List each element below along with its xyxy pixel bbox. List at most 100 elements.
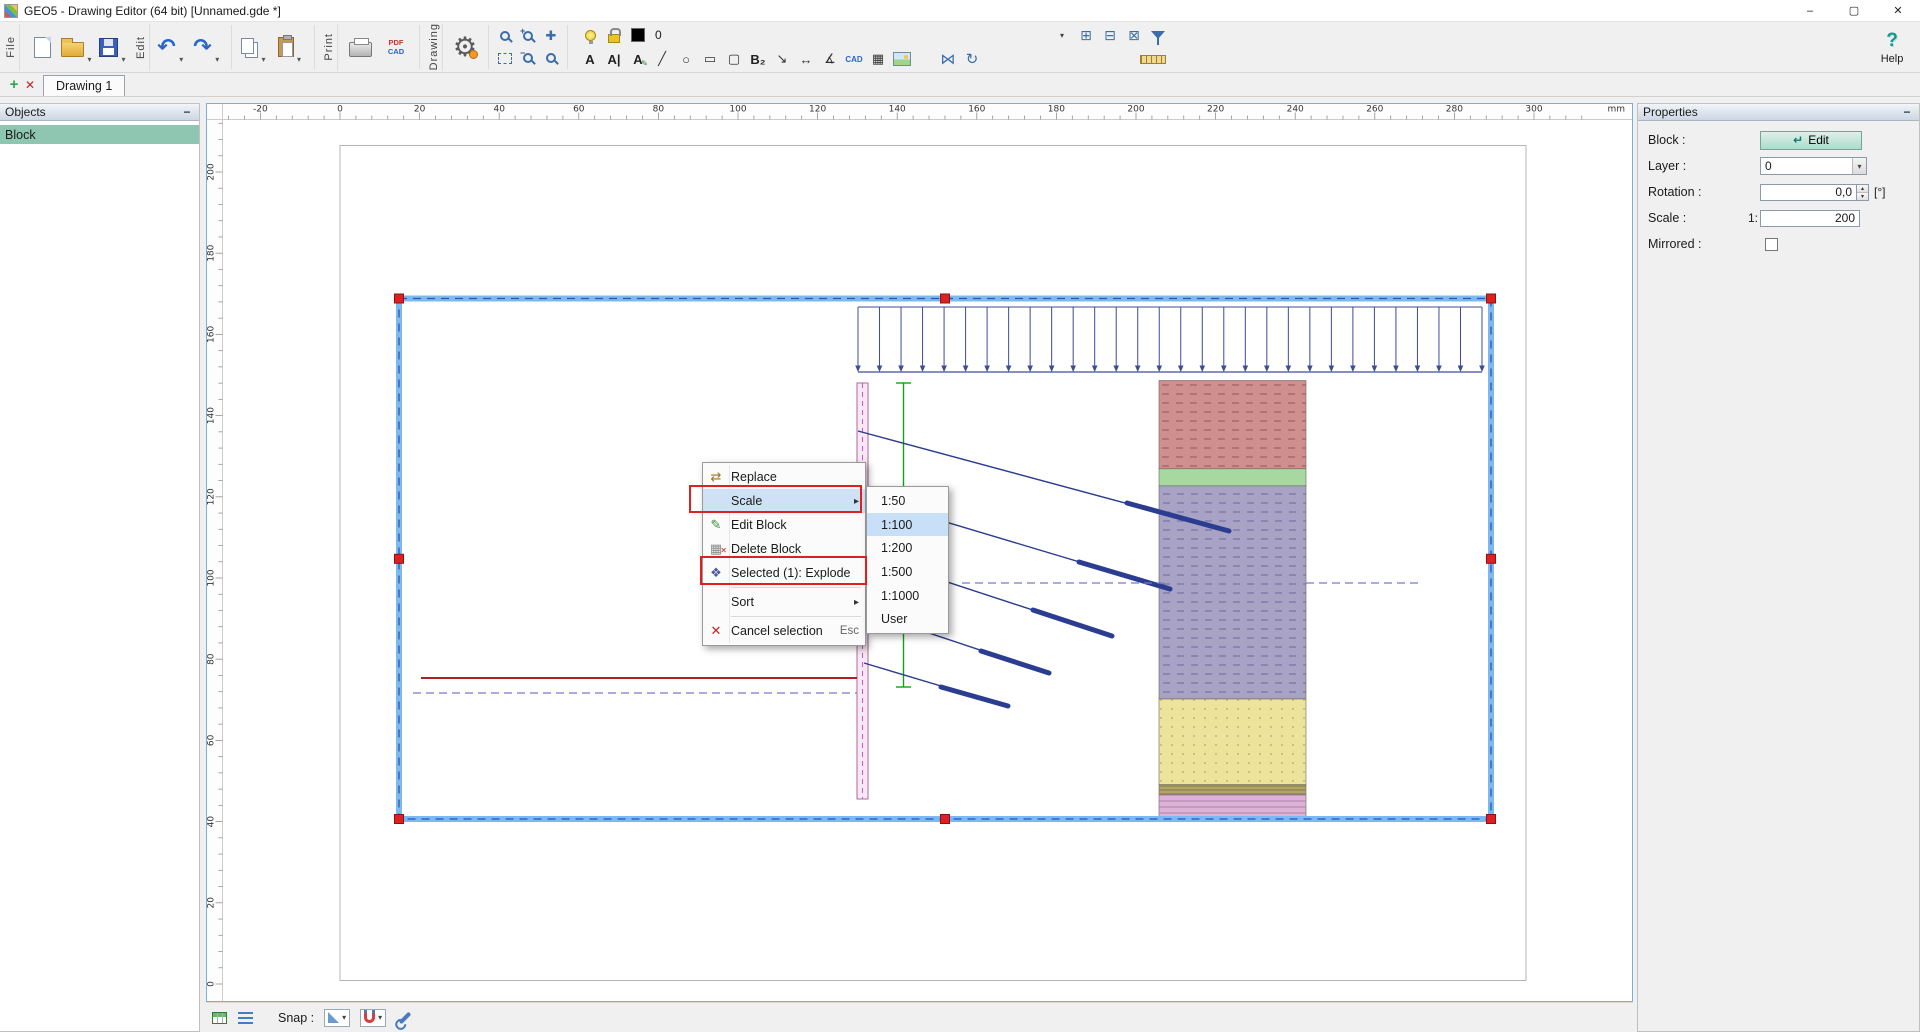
zoom-extents-button[interactable] (494, 48, 516, 69)
submenu-item-user[interactable]: User (867, 607, 948, 631)
copy-dropdown-arrow[interactable]: ▾ (258, 25, 269, 69)
minimize-button[interactable]: – (1788, 0, 1832, 21)
settings-button[interactable]: ⚙ (447, 25, 483, 69)
print-menu-button[interactable]: Print (321, 24, 338, 71)
mirror-button[interactable]: ⋈ (937, 49, 959, 70)
snap-mode-combo[interactable]: ▾ (324, 1009, 350, 1027)
menu-item-sort[interactable]: Sort▸ (703, 590, 865, 614)
add-tab-button[interactable]: + (6, 76, 22, 93)
rotation-input[interactable]: 0,0 (1760, 184, 1857, 201)
object-item-block[interactable]: Block (0, 125, 199, 144)
tab-drawing-1[interactable]: Drawing 1 (43, 75, 125, 96)
mirrored-row: Mirrored : (1638, 231, 1919, 257)
svg-text:20: 20 (207, 897, 217, 909)
maximize-button[interactable]: ▢ (1832, 0, 1876, 21)
open-button[interactable]: ▾ (60, 25, 96, 69)
properties-collapse-button[interactable]: − (1900, 105, 1914, 119)
submenu-item-1-50[interactable]: 1:50 (867, 489, 948, 513)
status-bar: Snap : ▾ ▾ (206, 1002, 1633, 1032)
text-cursor-tool-button[interactable]: A| (603, 49, 625, 70)
objects-collapse-button[interactable]: − (180, 105, 194, 119)
style-dropdown-button[interactable]: ▾ (1051, 25, 1073, 46)
image-tool-button[interactable] (891, 49, 913, 70)
copy-button[interactable]: ▾ (237, 25, 273, 69)
print-button[interactable] (342, 25, 378, 69)
dimension-horizontal-button[interactable]: ↔ (795, 49, 817, 70)
ruler-toggle-button[interactable] (1137, 49, 1169, 70)
block-edit-button[interactable]: ↵ Edit (1760, 131, 1862, 150)
pan-icon: ✚ (546, 28, 557, 44)
submenu-item-1-1000[interactable]: 1:1000 (867, 584, 948, 608)
mirrored-checkbox[interactable] (1765, 238, 1778, 251)
dimension-angle-button[interactable]: ∡ (819, 49, 841, 70)
rotate-button[interactable]: ↻ (961, 49, 983, 70)
menu-item-selected-1-explode[interactable]: ❖Selected (1): Explode (703, 561, 865, 585)
close-button[interactable]: ✕ (1876, 0, 1920, 21)
pen-color-button[interactable] (579, 25, 601, 46)
menu-item-edit-block[interactable]: ✎Edit Block (703, 513, 865, 537)
menu-item-replace[interactable]: ⇄Replace (703, 465, 865, 489)
zoom-previous-icon (546, 53, 556, 63)
tab-bar: + ✕ Drawing 1 (0, 74, 1920, 97)
table-tool-button[interactable]: ▦ (867, 49, 889, 70)
drawing-menu-button[interactable]: Drawing (426, 24, 443, 71)
save-dropdown-arrow[interactable]: ▾ (118, 25, 129, 69)
redo-button[interactable]: ↷▾ (190, 25, 226, 69)
paste-dropdown-arrow[interactable]: ▾ (294, 25, 305, 69)
filter-button[interactable] (1147, 25, 1169, 46)
undo-button[interactable]: ↶▾ (154, 25, 190, 69)
rotation-spinner[interactable]: ▴ ▾ (1857, 184, 1869, 201)
menu-item-scale[interactable]: Scale▸ (703, 489, 865, 513)
scale-input[interactable]: 200 (1760, 210, 1860, 227)
zoom-out-button[interactable]: − (517, 48, 539, 69)
paste-button[interactable]: ▾ (273, 25, 309, 69)
submenu-item-1-200[interactable]: 1:200 (867, 536, 948, 560)
cad-tool-button[interactable]: CAD (843, 49, 865, 70)
table-view-button[interactable] (208, 1008, 230, 1028)
text-edit-tool-button[interactable]: A✎ (627, 49, 649, 70)
color-swatch-button[interactable] (627, 25, 649, 46)
zoom-previous-button[interactable] (540, 48, 562, 69)
paste-icon (278, 37, 294, 57)
menu-item-cancel-selection[interactable]: ✕Cancel selectionEsc (703, 619, 865, 643)
b2-tool-button[interactable]: B₂ (747, 49, 769, 70)
spinner-up-icon[interactable]: ▴ (1857, 185, 1868, 193)
rounded-rect-tool-button[interactable]: ▢ (723, 49, 745, 70)
insert-block-button[interactable]: ⊞ (1075, 25, 1097, 46)
redo-dropdown-arrow[interactable]: ▾ (212, 25, 223, 69)
copy-block-button[interactable]: ⊟ (1099, 25, 1121, 46)
text-tool-button[interactable]: A (579, 49, 601, 70)
save-button[interactable]: ▾ (96, 25, 132, 69)
pdf-label: PDF (389, 38, 404, 47)
edit-menu-button[interactable]: Edit (133, 24, 150, 71)
snap-settings-button[interactable] (390, 1008, 412, 1028)
menu-item-delete-block[interactable]: ▦✕Delete Block (703, 537, 865, 561)
submenu-item-1-500[interactable]: 1:500 (867, 560, 948, 584)
spinner-down-icon[interactable]: ▾ (1857, 193, 1868, 200)
delete-block-icon: ▦✕ (703, 541, 729, 557)
list-view-button[interactable] (234, 1008, 256, 1028)
new-drawing-button[interactable] (24, 25, 60, 69)
rectangle-tool-button[interactable]: ▭ (699, 49, 721, 70)
lock-style-button[interactable] (603, 25, 625, 46)
dimension-diagonal-button[interactable]: ↘ (771, 49, 793, 70)
export-pdf-cad-button[interactable]: PDFCAD (378, 25, 414, 69)
submenu-item-1-100[interactable]: 1:100 (867, 513, 948, 537)
magnet-combo[interactable]: ▾ (360, 1009, 386, 1027)
file-menu-button[interactable]: File (3, 24, 20, 71)
open-dropdown-arrow[interactable]: ▾ (84, 25, 95, 69)
pan-button[interactable]: ✚ (540, 26, 562, 47)
block-manager-button[interactable]: ⊠ (1123, 25, 1145, 46)
zoom-window-button[interactable] (494, 26, 516, 47)
close-tab-button[interactable]: ✕ (22, 78, 38, 92)
circle-tool-button[interactable]: ○ (675, 49, 697, 70)
layer-dropdown-arrow[interactable]: ▾ (1852, 158, 1866, 174)
objects-title: Objects (5, 105, 46, 119)
zoom-in-button[interactable]: + (517, 26, 539, 47)
layer-select[interactable]: 0 ▾ (1760, 157, 1867, 175)
help-button[interactable]: ? Help (1870, 30, 1914, 65)
line-tool-button[interactable]: ╱ (651, 49, 673, 70)
v-ruler-svg: 020406080100120140160180200 (207, 120, 223, 1001)
undo-dropdown-arrow[interactable]: ▾ (176, 25, 187, 69)
help-label: Help (1881, 53, 1904, 65)
